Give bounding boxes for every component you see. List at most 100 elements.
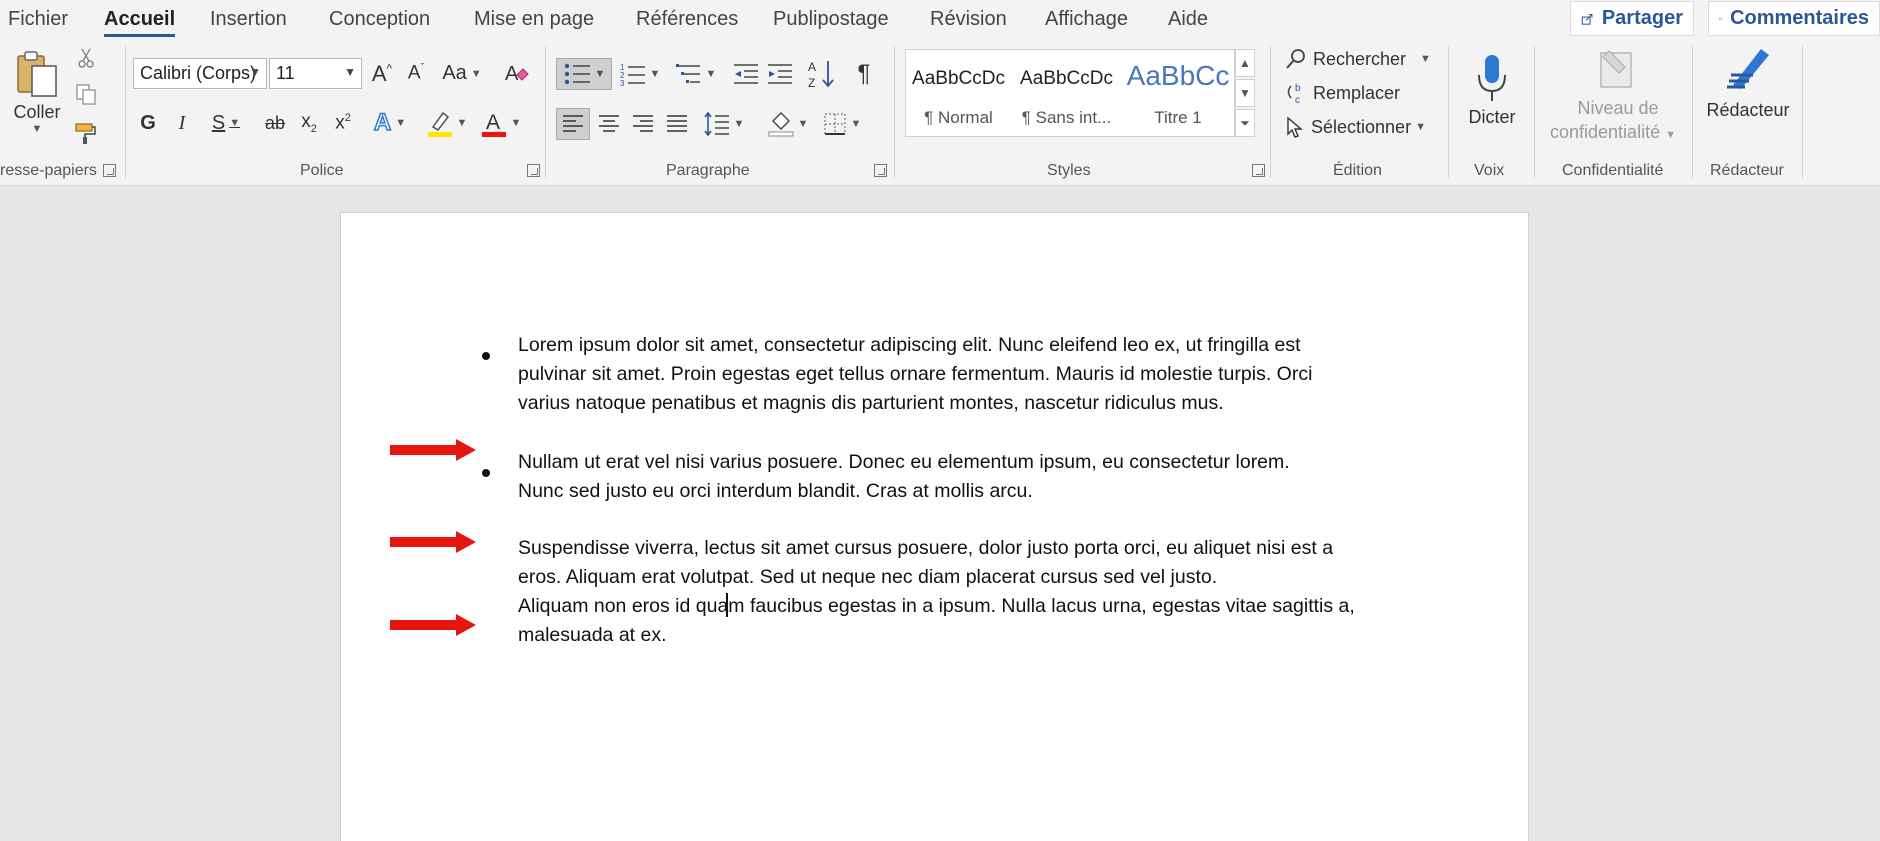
line-spacing-button[interactable]: ▼ <box>700 108 748 140</box>
group-divider <box>1448 46 1449 178</box>
format-painter-button[interactable] <box>73 120 99 146</box>
dictate-button[interactable]: Dicter <box>1462 46 1522 134</box>
comments-label: Commentaires <box>1730 7 1869 29</box>
sensitivity-button[interactable] <box>1592 44 1642 92</box>
style-heading-1[interactable]: AaBbCc Titre 1 <box>1122 50 1234 138</box>
paragraph-3[interactable]: Suspendisse viverra, lectus sit amet cur… <box>518 534 1378 592</box>
dictate-label: Dicter <box>1468 106 1516 127</box>
text-cursor <box>726 593 728 617</box>
italic-button[interactable]: I <box>170 108 194 138</box>
red-arrow-icon <box>390 439 476 461</box>
justify-button[interactable] <box>660 108 694 140</box>
font-family-select[interactable]: Calibri (Corps) ▼ <box>133 58 267 89</box>
decrease-indent-icon <box>734 64 758 84</box>
tab-publipostage[interactable]: Publipostage <box>773 8 889 31</box>
font-launcher-icon[interactable] <box>527 164 540 177</box>
paintbrush-icon <box>75 123 96 144</box>
font-size-select[interactable]: 11 ▼ <box>269 58 362 89</box>
increase-indent-button[interactable] <box>764 58 796 90</box>
align-center-button[interactable] <box>592 108 626 140</box>
style-normal[interactable]: AaBbCcDc ¶ Normal <box>906 50 1011 138</box>
chevron-down-icon: ▼ <box>594 68 606 80</box>
decrease-indent-button[interactable] <box>730 58 762 90</box>
sort-button[interactable]: AZ <box>806 58 838 90</box>
copy-button[interactable] <box>74 82 98 106</box>
svg-text:A: A <box>486 111 500 134</box>
chevron-down-icon: ▼ <box>249 65 261 79</box>
align-left-button[interactable] <box>556 108 590 140</box>
align-right-button[interactable] <box>626 108 660 140</box>
comment-icon <box>1719 17 1722 21</box>
style-no-spacing[interactable]: AaBbCcDc ¶ Sans int... <box>1014 50 1119 138</box>
shading-button[interactable]: ▼ <box>764 108 812 140</box>
text-line: eros. Aliquam erat volutpat. Sed ut nequ… <box>518 566 1218 588</box>
tab-aide[interactable]: Aide <box>1168 8 1208 31</box>
paragraph-launcher-icon[interactable] <box>874 164 887 177</box>
tab-revision[interactable]: Révision <box>930 8 1007 31</box>
tab-references[interactable]: Références <box>636 8 738 31</box>
change-case-button[interactable]: Aa ▼ <box>438 58 486 89</box>
bullet-point <box>482 352 490 360</box>
bold-button[interactable]: G <box>136 108 160 138</box>
tab-conception[interactable]: Conception <box>329 8 430 31</box>
sensitivity-line2: confidentialité ▼ <box>1550 122 1676 142</box>
borders-button[interactable]: ▼ <box>818 108 866 140</box>
sensitivity-group-label: Confidentialité <box>1562 162 1664 179</box>
paragraph-group-label: Paragraphe <box>666 162 750 179</box>
paste-button[interactable]: Coller ▼ <box>10 44 64 140</box>
chevron-down-icon: ▼ <box>456 117 468 129</box>
highlight-button[interactable]: ▼ <box>424 108 470 138</box>
clear-formatting-button[interactable]: A <box>500 58 532 89</box>
tab-fichier[interactable]: Fichier <box>8 8 68 31</box>
styles-scroll-down-button[interactable]: ▼ <box>1235 79 1255 107</box>
paragraph-2[interactable]: Nullam ut erat vel nisi varius posuere. … <box>518 448 1378 506</box>
document-page[interactable]: Lorem ipsum dolor sit amet, consectetur … <box>340 212 1529 841</box>
svg-text:c: c <box>1295 95 1300 104</box>
subscript-icon: x2 <box>301 111 317 135</box>
multilevel-list-button[interactable]: ▼ <box>672 58 720 90</box>
tab-insertion[interactable]: Insertion <box>210 8 287 31</box>
superscript-button[interactable]: x2 <box>330 108 356 138</box>
style-name: ¶ Normal <box>924 108 993 127</box>
tab-accueil[interactable]: Accueil <box>104 8 176 37</box>
styles-group-label: Styles <box>1047 162 1091 179</box>
numbered-list-icon: 123 <box>620 63 645 86</box>
svg-text:A: A <box>505 63 519 85</box>
find-button[interactable]: Rechercher ▼ <box>1285 48 1431 70</box>
comments-button[interactable]: Commentaires <box>1708 1 1880 36</box>
text-effects-icon: A <box>373 108 392 137</box>
grow-font-button[interactable]: A^ <box>366 58 398 89</box>
numbering-button[interactable]: 123 ▼ <box>616 58 664 90</box>
italic-label: I <box>178 111 186 134</box>
show-formatting-button[interactable]: ¶ <box>848 58 880 90</box>
share-button[interactable]: Partager <box>1570 1 1694 36</box>
paste-icon <box>17 50 57 97</box>
underline-button[interactable]: S ▼ <box>204 108 248 138</box>
style-name: Titre 1 <box>1154 108 1202 127</box>
editor-button[interactable] <box>1718 44 1778 94</box>
cut-button[interactable] <box>74 46 98 70</box>
clipboard-launcher-icon[interactable] <box>103 164 116 177</box>
styles-launcher-icon[interactable] <box>1252 164 1265 177</box>
tab-affichage[interactable]: Affichage <box>1045 8 1128 31</box>
group-divider <box>1802 46 1803 178</box>
paragraph-4[interactable]: Aliquam non eros id quam faucibus egesta… <box>518 592 1378 650</box>
styles-scroll-up-button[interactable]: ▲ <box>1235 49 1255 77</box>
superscript-icon: x2 <box>335 111 351 134</box>
tab-mise-en-page[interactable]: Mise en page <box>474 8 594 31</box>
microphone-icon <box>1478 54 1506 101</box>
text-effects-button[interactable]: A ▼ <box>368 108 412 138</box>
editing-group-label: Édition <box>1333 162 1382 179</box>
shrink-font-button[interactable]: Aˇ <box>400 58 432 89</box>
styles-more-button[interactable]: ⏷ <box>1235 109 1255 137</box>
paragraph-1[interactable]: Lorem ipsum dolor sit amet, consectetur … <box>518 331 1378 418</box>
font-color-button[interactable]: A ▼ <box>478 108 524 138</box>
select-button[interactable]: Sélectionner ▼ <box>1285 116 1426 138</box>
strikethrough-button[interactable]: ab <box>260 108 290 138</box>
subscript-button[interactable]: x2 <box>296 108 322 138</box>
grow-font-icon: A^ <box>371 60 393 86</box>
chevron-down-icon: ▼ <box>31 122 43 135</box>
bullets-button[interactable]: ▼ <box>556 58 612 90</box>
voice-group-label: Voix <box>1474 162 1505 179</box>
replace-button[interactable]: bc Remplacer <box>1285 82 1400 104</box>
